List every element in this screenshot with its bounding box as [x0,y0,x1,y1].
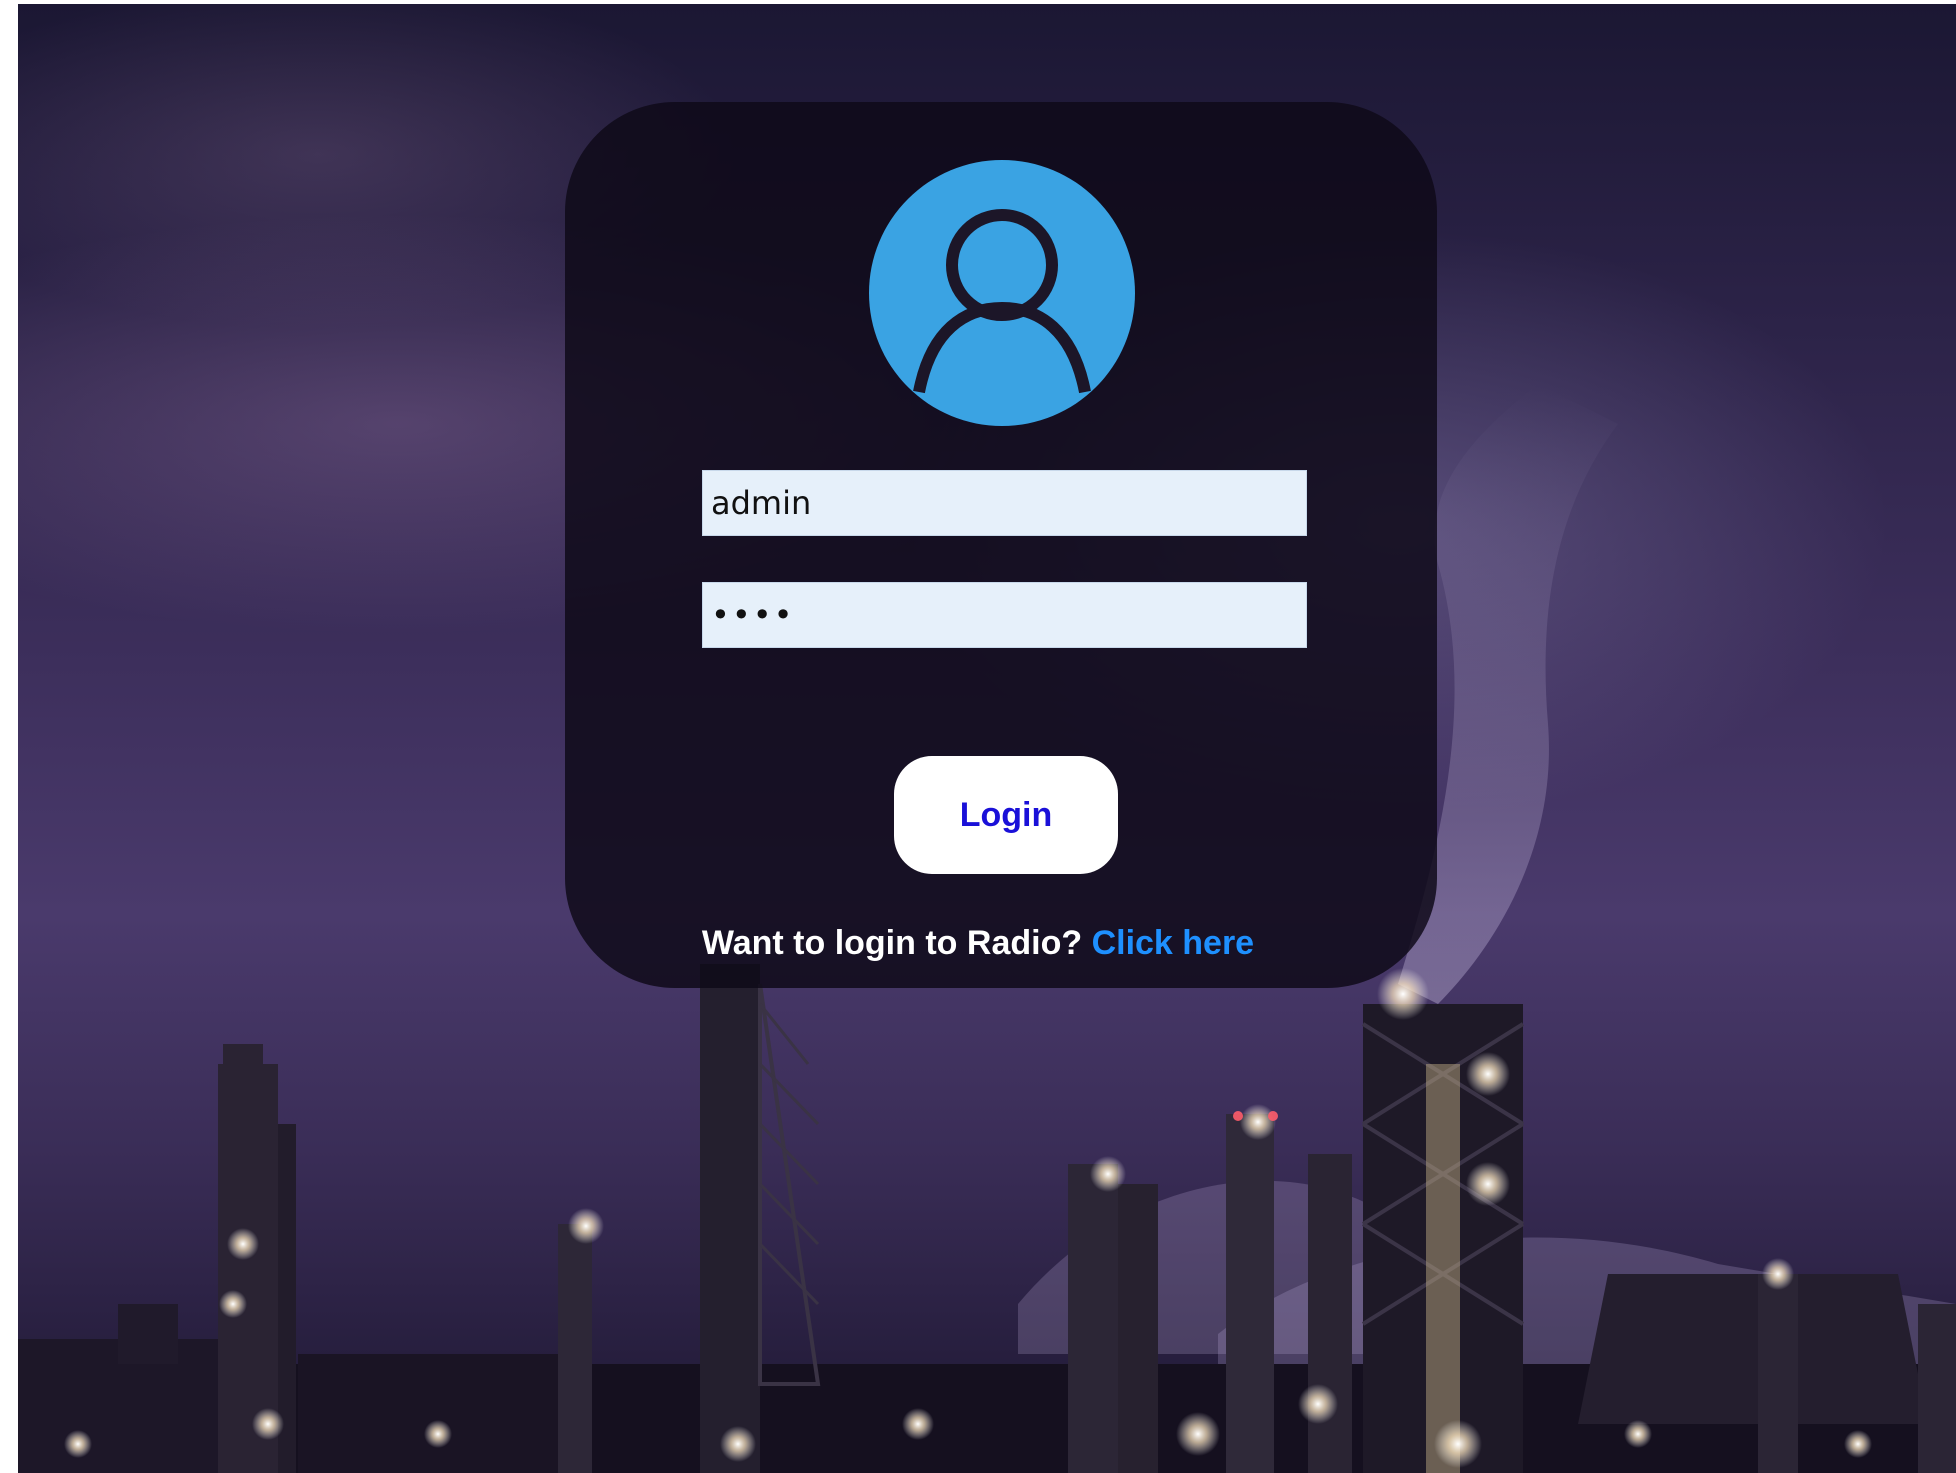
username-input[interactable] [702,470,1307,536]
radio-click-here-link[interactable]: Click here [1092,924,1255,962]
radio-prompt-text: Want to login to Radio? [701,924,1083,962]
login-button[interactable]: Login [894,756,1118,874]
user-avatar-icon [869,160,1135,426]
radio-login-prompt: Want to login to Radio? Click here [0,924,1956,963]
password-input[interactable] [702,582,1307,648]
